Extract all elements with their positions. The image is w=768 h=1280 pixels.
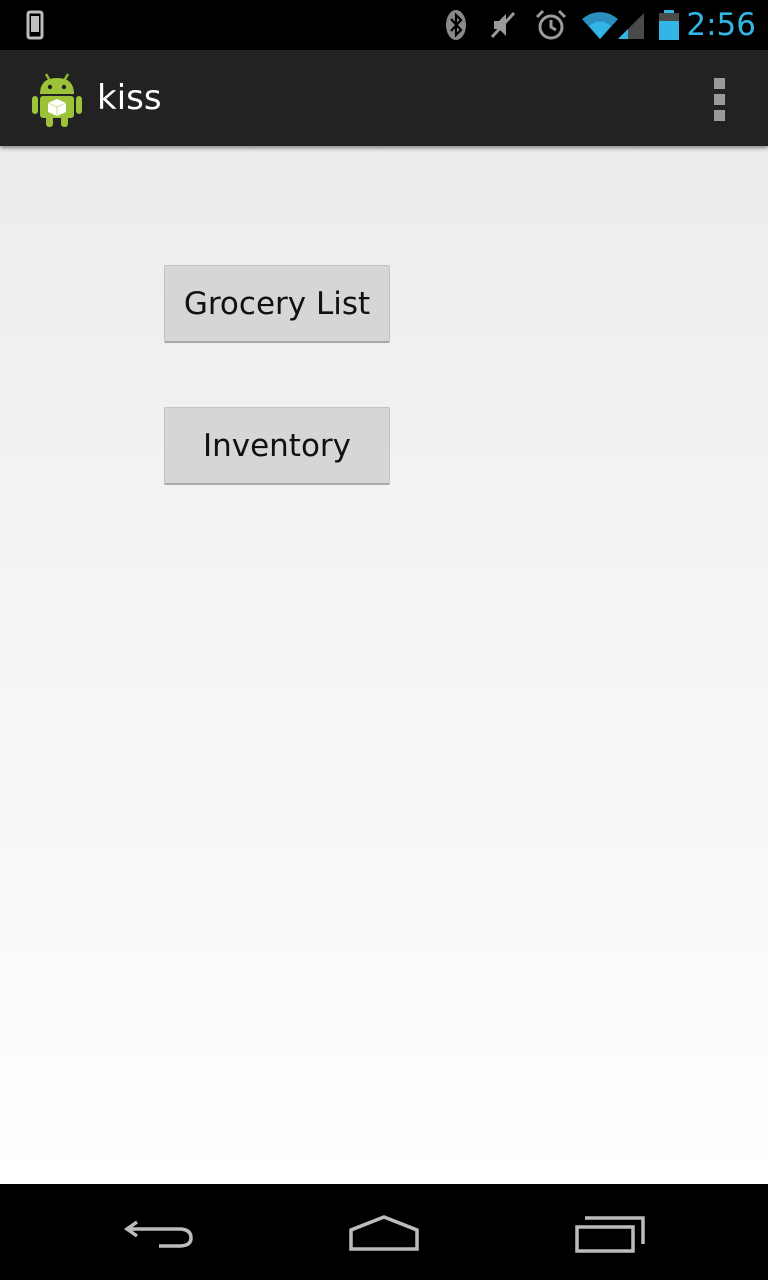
android-robot-icon (32, 73, 82, 127)
back-icon[interactable] (115, 1202, 205, 1262)
navigation-bar (0, 1184, 768, 1280)
alarm-icon (535, 9, 567, 40)
recent-apps-icon[interactable] (565, 1202, 655, 1262)
screen: 2:56 kiss Grocery List Inventory (0, 0, 768, 1280)
battery-icon (659, 10, 679, 40)
overflow-menu-icon[interactable] (708, 76, 732, 122)
action-bar: kiss (0, 50, 768, 146)
signal-icon (618, 13, 644, 39)
bluetooth-icon (446, 10, 466, 40)
grocery-list-button[interactable]: Grocery List (164, 265, 390, 343)
main-content: Grocery List Inventory (0, 146, 768, 1184)
status-time: 2:56 (686, 7, 756, 43)
mute-icon (490, 11, 516, 39)
app-title: kiss (97, 78, 162, 118)
inventory-button[interactable]: Inventory (164, 407, 390, 485)
wifi-icon (582, 12, 618, 39)
phone-vibrate-icon (26, 10, 44, 40)
status-bar: 2:56 (0, 0, 768, 50)
home-icon[interactable] (339, 1202, 429, 1262)
